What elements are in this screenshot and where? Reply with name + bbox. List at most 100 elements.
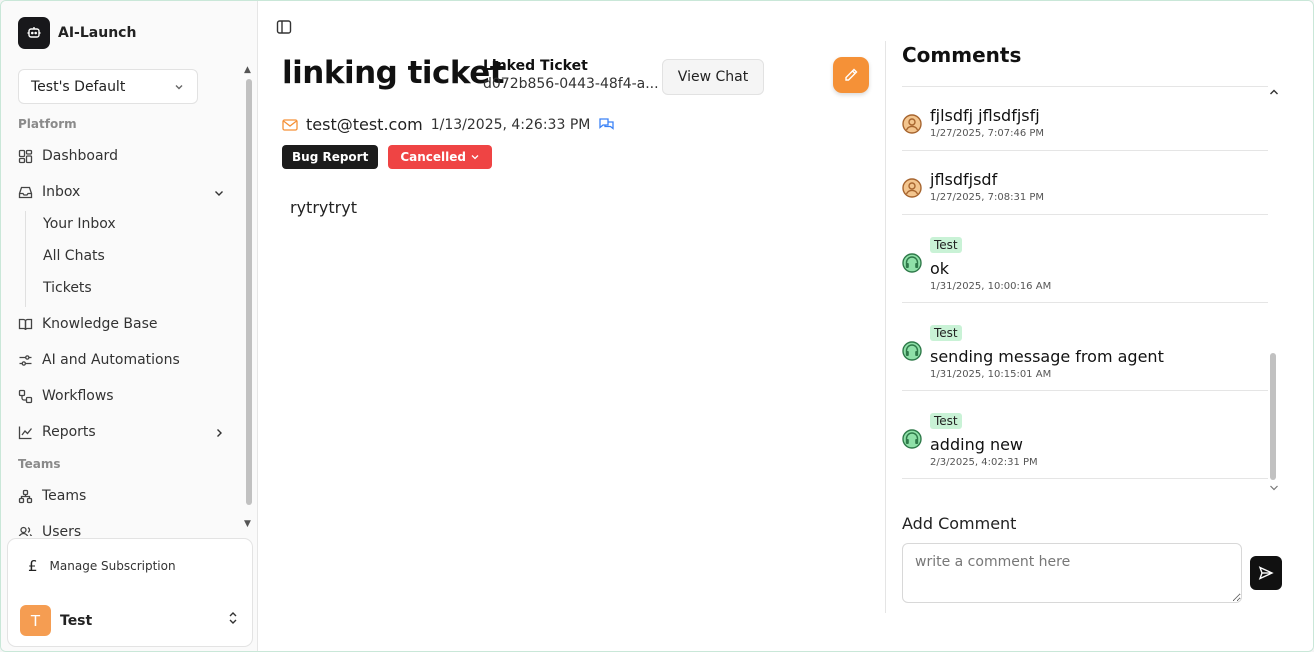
sidebar-item-knowledge-base[interactable]: Knowledge Base xyxy=(18,316,158,332)
user-face-icon xyxy=(902,178,922,198)
ticket-date: 1/13/2025, 4:26:33 PM xyxy=(430,116,591,133)
chat-bubbles-icon[interactable] xyxy=(598,117,616,133)
sidebar-item-label: Workflows xyxy=(42,388,114,404)
comment-item: jflsdfjsdf 1/27/2025, 7:08:31 PM xyxy=(902,151,1268,215)
agent-headset-icon xyxy=(902,253,922,273)
sidebar-item-label: AI and Automations xyxy=(42,352,180,368)
sidebar-item-inbox[interactable]: Inbox xyxy=(18,184,80,200)
brand[interactable]: AI-Launch xyxy=(18,17,136,49)
linked-ticket[interactable]: Linked Ticket d072b856-0443-48f4-a... xyxy=(483,58,659,92)
sidebar: AI-Launch Test's Default Platform Dashbo… xyxy=(1,1,258,651)
requester-email: test@test.com xyxy=(306,115,423,134)
status-label: Cancelled xyxy=(400,150,466,164)
sidebar-nav: Platform Dashboard Inbox Your Inbox All … xyxy=(1,111,258,536)
sidebar-item-label: Knowledge Base xyxy=(42,316,158,332)
section-label-teams: Teams xyxy=(18,457,61,471)
workspace-select[interactable]: Test's Default xyxy=(18,69,198,104)
chevrons-up-down-icon[interactable] xyxy=(228,611,238,626)
sidebar-toggle-icon[interactable] xyxy=(276,19,292,39)
submenu-line xyxy=(25,211,26,307)
ticket-title: linking ticket xyxy=(282,55,505,91)
author-badge: Test xyxy=(930,325,962,341)
ticket-body: rytrytryt xyxy=(290,198,357,217)
sidebar-scrollbar[interactable]: ▲ ▼ xyxy=(244,63,254,533)
agent-headset-icon xyxy=(902,429,922,449)
sidebar-item-teams[interactable]: Teams xyxy=(18,488,86,504)
user-menu[interactable]: T Test xyxy=(20,605,92,636)
inbox-icon xyxy=(18,185,33,200)
manage-subscription-label: Manage Subscription xyxy=(49,559,176,573)
workflow-icon xyxy=(18,389,33,404)
sidebar-item-reports[interactable]: Reports xyxy=(18,424,96,440)
brand-name: AI-Launch xyxy=(58,25,137,41)
scroll-up-icon[interactable]: ▲ xyxy=(244,65,251,75)
type-badge: Bug Report xyxy=(282,145,379,169)
comments-scrollbar[interactable] xyxy=(1268,86,1280,494)
scroll-up-icon[interactable] xyxy=(1269,88,1279,96)
dashboard-icon xyxy=(18,149,33,164)
edit-button[interactable] xyxy=(833,57,869,93)
comment-text: sending message from agent xyxy=(930,347,1164,366)
linked-ticket-id[interactable]: d072b856-0443-48f4-a... xyxy=(483,76,659,92)
sidebar-item-label: Dashboard xyxy=(42,148,118,164)
users-icon xyxy=(18,525,33,536)
scrollbar-thumb[interactable] xyxy=(1270,353,1276,480)
comment-text: adding new xyxy=(930,435,1024,454)
linked-ticket-label: Linked Ticket xyxy=(483,58,588,74)
app-window: AI-Launch Test's Default Platform Dashbo… xyxy=(0,0,1314,652)
mail-icon xyxy=(282,118,298,131)
sidebar-item-workflows[interactable]: Workflows xyxy=(18,388,114,404)
send-icon xyxy=(1258,566,1274,580)
main-content: linking ticket Linked Ticket d072b856-04… xyxy=(258,1,1313,651)
sidebar-item-your-inbox[interactable]: Your Inbox xyxy=(43,216,116,232)
comment-time: 1/27/2025, 7:08:31 PM xyxy=(930,192,1045,203)
teams-icon xyxy=(18,489,33,504)
sidebar-item-ai-automations[interactable]: AI and Automations xyxy=(18,352,180,368)
chevron-down-icon[interactable] xyxy=(213,187,225,199)
comment-text: fjlsdfj jflsdfjsfj xyxy=(930,106,1040,125)
author-badge: Test xyxy=(930,237,962,253)
sliders-icon xyxy=(18,353,33,368)
comment-input[interactable] xyxy=(902,543,1242,603)
pencil-icon xyxy=(845,68,858,81)
sidebar-item-dashboard[interactable]: Dashboard xyxy=(18,148,118,164)
comments-title: Comments xyxy=(902,43,1022,67)
comment-text: ok xyxy=(930,259,950,278)
user-name: Test xyxy=(60,612,93,629)
comment-item: fjlsdfj jflsdfjsfj 1/27/2025, 7:07:46 PM xyxy=(902,87,1268,151)
panel-divider xyxy=(885,41,886,613)
comment-item: Test adding new 2/3/2025, 4:02:31 PM xyxy=(902,391,1268,479)
comment-time: 1/31/2025, 10:00:16 AM xyxy=(930,281,1052,292)
scroll-down-icon[interactable] xyxy=(1269,484,1279,492)
chevron-right-icon[interactable] xyxy=(213,427,225,439)
status-dropdown[interactable]: Cancelled xyxy=(388,145,492,169)
chevron-down-icon xyxy=(471,155,479,160)
comment-time: 1/31/2025, 10:15:01 AM xyxy=(930,369,1052,380)
comments-list: fjlsdfj jflsdfjsfj 1/27/2025, 7:07:46 PM… xyxy=(902,86,1268,479)
comment-time: 2/3/2025, 4:02:31 PM xyxy=(930,457,1038,468)
sidebar-item-label: Inbox xyxy=(42,184,81,200)
sidebar-item-label: Teams xyxy=(42,488,87,504)
bot-logo-icon xyxy=(18,17,50,49)
section-label-platform: Platform xyxy=(18,117,77,131)
comment-item: Test ok 1/31/2025, 10:00:16 AM xyxy=(902,215,1268,303)
scroll-down-icon[interactable]: ▼ xyxy=(244,519,251,529)
sidebar-item-users[interactable]: Users xyxy=(18,524,81,536)
comment-text: jflsdfjsdf xyxy=(930,170,998,189)
view-chat-button[interactable]: View Chat xyxy=(662,59,764,95)
pound-icon: £ xyxy=(28,557,38,575)
comment-time: 1/27/2025, 7:07:46 PM xyxy=(930,128,1045,139)
sidebar-item-label: Reports xyxy=(42,424,96,440)
sidebar-item-label: Users xyxy=(42,524,82,536)
sidebar-item-tickets[interactable]: Tickets xyxy=(43,280,92,296)
sidebar-footer: £ Manage Subscription T Test xyxy=(7,538,253,647)
scrollbar-thumb[interactable] xyxy=(246,79,252,505)
add-comment-label: Add Comment xyxy=(902,514,1017,533)
ticket-meta: test@test.com 1/13/2025, 4:26:33 PM xyxy=(282,115,616,134)
sidebar-item-all-chats[interactable]: All Chats xyxy=(43,248,105,264)
chevron-down-icon xyxy=(175,84,183,89)
manage-subscription-button[interactable]: £ Manage Subscription xyxy=(28,557,176,575)
chart-line-icon xyxy=(18,425,33,440)
avatar: T xyxy=(20,605,51,636)
send-button[interactable] xyxy=(1250,556,1282,590)
